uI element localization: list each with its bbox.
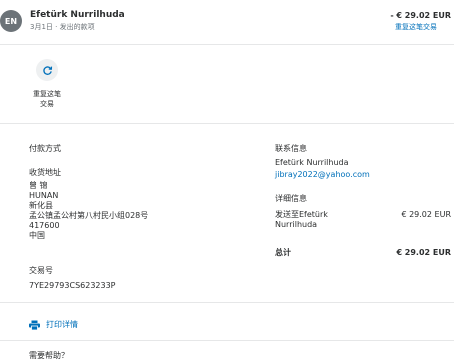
- address-line: HUNAN: [29, 191, 59, 200]
- print-details-label: 打印详情: [46, 320, 78, 329]
- divider: [0, 44, 454, 45]
- contact-email-link[interactable]: jibray2022@yahoo.com: [275, 170, 370, 180]
- divider: [0, 123, 454, 124]
- printer-icon: [29, 320, 40, 330]
- payment-method-label: 付款方式: [29, 144, 61, 153]
- address-line: 417600: [29, 221, 60, 230]
- divider: [0, 302, 454, 303]
- total-label: 总计: [275, 248, 291, 257]
- merchant-name: Efetürk Nurrilhuda: [30, 10, 125, 20]
- divider: [0, 340, 454, 341]
- transaction-subline: 3月1日 · 发出的款项: [30, 23, 95, 31]
- transaction-amount: - € 29.02 EUR: [390, 11, 451, 20]
- address-line: 新化县: [29, 201, 53, 210]
- shipping-address-label: 收货地址: [29, 168, 61, 177]
- sent-to-line: Nurrilhuda: [275, 220, 318, 229]
- print-details-button[interactable]: 打印详情: [29, 319, 78, 330]
- repeat-transaction-button[interactable]: 重复这笔交易: [22, 59, 72, 109]
- transaction-id: 7YE29793CS623233P: [29, 281, 116, 290]
- total-amount: € 29.02 EUR: [396, 248, 451, 257]
- contact-info-label: 联系信息: [275, 144, 307, 153]
- transaction-id-label: 交易号: [29, 266, 53, 275]
- help-heading: 需要帮助？: [29, 351, 69, 360]
- sent-to-label: 发送至Efetürk Nurrilhuda: [275, 210, 328, 230]
- address-line: 孟公镇孟公村第八村民小组028号: [29, 211, 149, 220]
- avatar: EN: [0, 10, 22, 32]
- refresh-icon: [36, 59, 58, 81]
- address-line: 曾 锦: [29, 181, 48, 190]
- address-line: 中国: [29, 231, 45, 240]
- shipping-address: 曾 锦 HUNAN 新化县 孟公镇孟公村第八村民小组028号 417600 中国: [29, 181, 148, 241]
- sent-to-line: 发送至Efetürk: [275, 210, 328, 219]
- sent-amount: € 29.02 EUR: [401, 210, 451, 219]
- contact-name: Efetürk Nurrilhuda: [275, 158, 349, 167]
- details-label: 详细信息: [275, 194, 307, 203]
- repeat-transaction-label: 重复这笔交易: [33, 90, 61, 108]
- repeat-transaction-link[interactable]: 重复这笔交易: [395, 22, 437, 32]
